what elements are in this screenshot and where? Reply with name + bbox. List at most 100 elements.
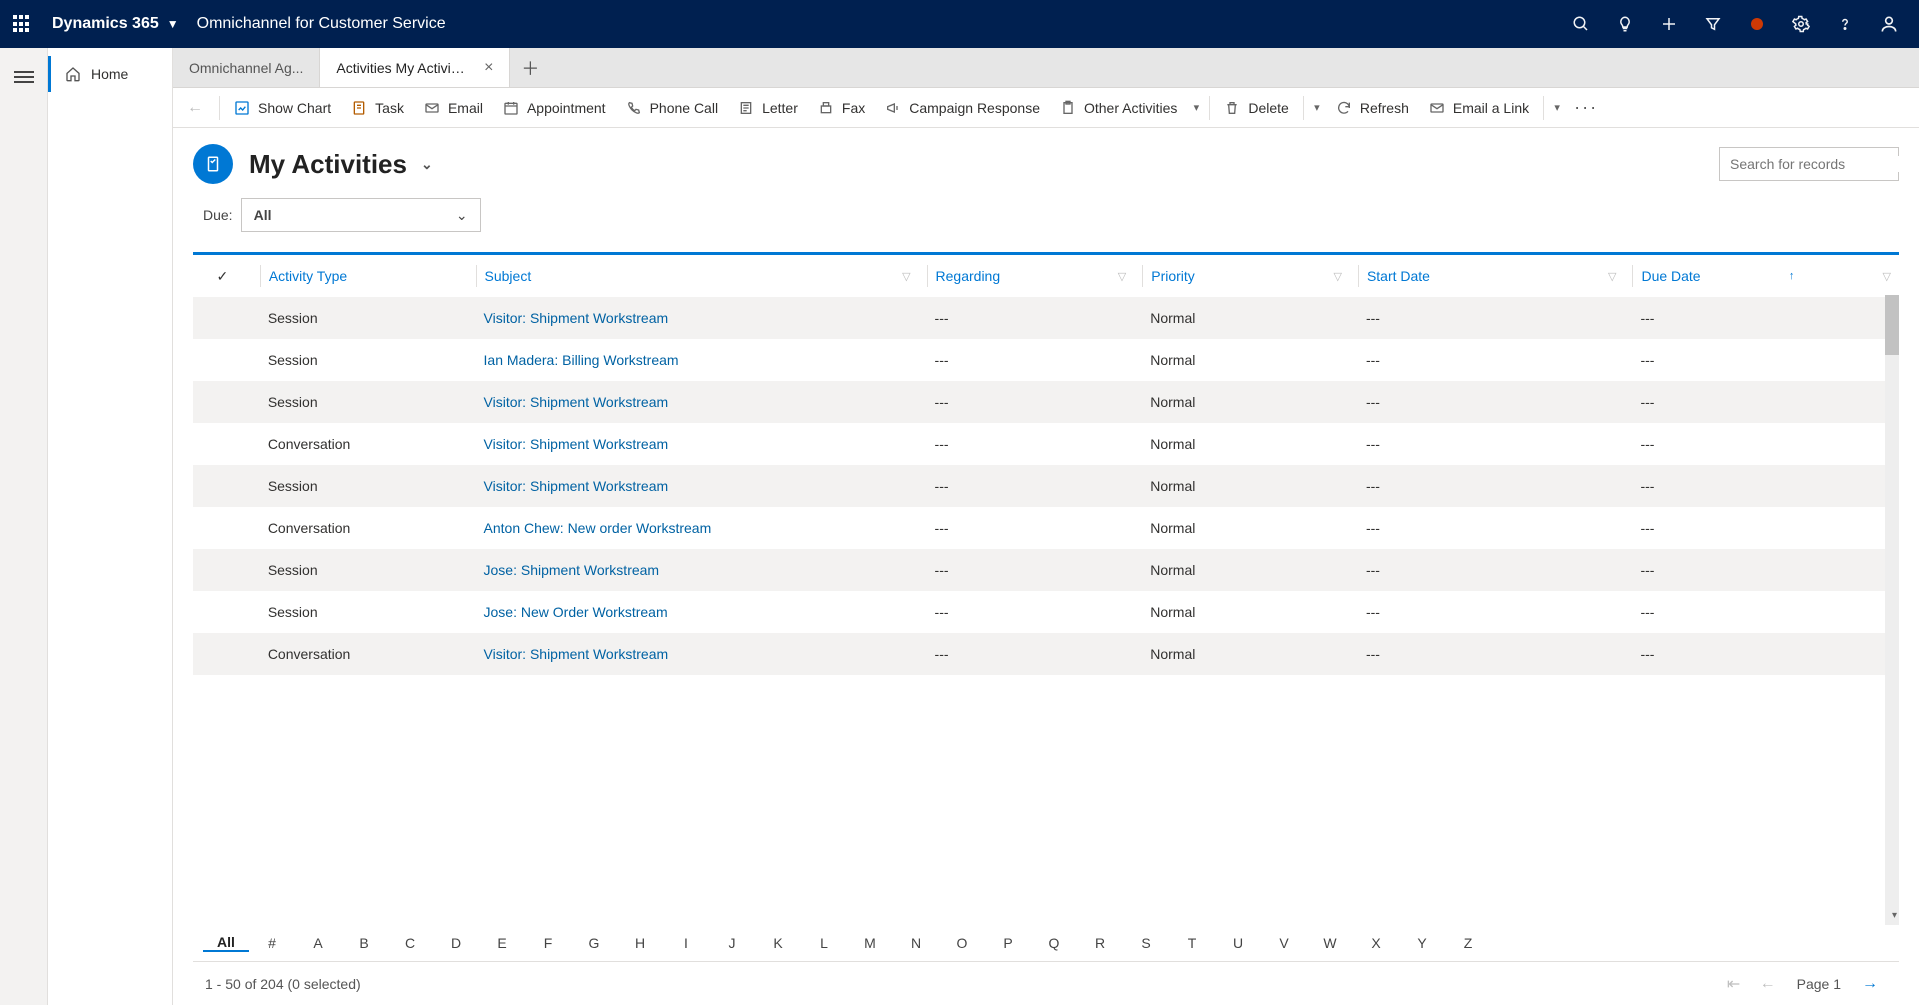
- sort-asc-icon[interactable]: ↑: [1789, 270, 1795, 282]
- alpha-filter-item[interactable]: Z: [1445, 935, 1491, 951]
- filter-icon[interactable]: [1703, 14, 1723, 34]
- column-activity-type[interactable]: Activity Type: [252, 255, 468, 297]
- alpha-filter-item[interactable]: U: [1215, 935, 1261, 951]
- search-records[interactable]: [1719, 147, 1899, 181]
- cell-subject[interactable]: Visitor: Shipment Workstream: [468, 423, 919, 465]
- letter-button[interactable]: Letter: [728, 90, 808, 126]
- hamburger-icon[interactable]: [14, 68, 34, 84]
- filter-icon[interactable]: ▽: [1608, 270, 1616, 283]
- search-input[interactable]: [1730, 156, 1911, 172]
- alpha-filter-item[interactable]: B: [341, 935, 387, 951]
- chevron-down-icon[interactable]: ▾: [1308, 101, 1326, 114]
- alpha-filter-item[interactable]: #: [249, 935, 295, 951]
- alpha-filter-item[interactable]: C: [387, 935, 433, 951]
- row-checkbox[interactable]: [193, 549, 252, 591]
- column-priority[interactable]: Priority▽: [1134, 255, 1350, 297]
- alpha-filter-item[interactable]: F: [525, 935, 571, 951]
- alpha-filter-item[interactable]: T: [1169, 935, 1215, 951]
- column-start-date[interactable]: Start Date▽: [1350, 255, 1625, 297]
- chevron-down-icon[interactable]: ▾: [1892, 910, 1897, 921]
- first-page-button[interactable]: ⇤: [1717, 974, 1751, 994]
- app-launcher-icon[interactable]: [12, 14, 32, 34]
- add-icon[interactable]: [1659, 14, 1679, 34]
- cell-subject[interactable]: Anton Chew: New order Workstream: [468, 507, 919, 549]
- alpha-filter-item[interactable]: D: [433, 935, 479, 951]
- alpha-filter-item[interactable]: J: [709, 935, 755, 951]
- alpha-filter-item[interactable]: P: [985, 935, 1031, 951]
- campaign-response-button[interactable]: Campaign Response: [875, 90, 1050, 126]
- row-checkbox[interactable]: [193, 465, 252, 507]
- tab-omnichannel-agent[interactable]: Omnichannel Ag...: [173, 48, 320, 87]
- scrollbar-thumb[interactable]: [1885, 295, 1899, 355]
- row-checkbox[interactable]: [193, 381, 252, 423]
- email-button[interactable]: Email: [414, 90, 493, 126]
- cell-subject[interactable]: Ian Madera: Billing Workstream: [468, 339, 919, 381]
- alpha-filter-item[interactable]: M: [847, 935, 893, 951]
- alpha-filter-item[interactable]: Q: [1031, 935, 1077, 951]
- task-button[interactable]: Task: [341, 90, 414, 126]
- table-row[interactable]: ConversationVisitor: Shipment Workstream…: [193, 633, 1899, 675]
- row-checkbox[interactable]: [193, 507, 252, 549]
- cell-subject[interactable]: Visitor: Shipment Workstream: [468, 465, 919, 507]
- more-commands-button[interactable]: ···: [1566, 97, 1606, 118]
- alpha-filter-item[interactable]: H: [617, 935, 663, 951]
- alpha-filter-item[interactable]: S: [1123, 935, 1169, 951]
- search-icon[interactable]: [1571, 14, 1591, 34]
- other-activities-button[interactable]: Other Activities: [1050, 90, 1187, 126]
- help-icon[interactable]: [1835, 14, 1855, 34]
- filter-icon[interactable]: ▽: [1883, 270, 1891, 283]
- cell-subject[interactable]: Jose: Shipment Workstream: [468, 549, 919, 591]
- alpha-filter-item[interactable]: N: [893, 935, 939, 951]
- column-subject[interactable]: Subject▽: [468, 255, 919, 297]
- phone-call-button[interactable]: Phone Call: [616, 90, 729, 126]
- alpha-filter-item[interactable]: L: [801, 935, 847, 951]
- ideas-icon[interactable]: [1615, 14, 1635, 34]
- refresh-button[interactable]: Refresh: [1326, 90, 1419, 126]
- tab-activities[interactable]: Activities My Activities ×: [320, 48, 510, 87]
- row-checkbox[interactable]: [193, 591, 252, 633]
- tab-add-button[interactable]: ＋: [510, 48, 550, 87]
- table-row[interactable]: ConversationVisitor: Shipment Workstream…: [193, 423, 1899, 465]
- alpha-filter-item[interactable]: I: [663, 935, 709, 951]
- cell-subject[interactable]: Jose: New Order Workstream: [468, 591, 919, 633]
- sidebar-item-home[interactable]: Home: [48, 56, 172, 92]
- alpha-filter-item[interactable]: G: [571, 935, 617, 951]
- row-checkbox[interactable]: [193, 339, 252, 381]
- cell-subject[interactable]: Visitor: Shipment Workstream: [468, 633, 919, 675]
- row-checkbox[interactable]: [193, 633, 252, 675]
- fax-button[interactable]: Fax: [808, 90, 875, 126]
- row-checkbox[interactable]: [193, 297, 252, 339]
- alpha-filter-item[interactable]: All: [203, 934, 249, 952]
- chevron-down-icon[interactable]: ▾: [1187, 101, 1205, 114]
- settings-icon[interactable]: [1791, 14, 1811, 34]
- cell-subject[interactable]: Visitor: Shipment Workstream: [468, 297, 919, 339]
- presence-indicator-icon[interactable]: [1747, 14, 1767, 34]
- table-row[interactable]: SessionVisitor: Shipment Workstream---No…: [193, 297, 1899, 339]
- alpha-filter-item[interactable]: Y: [1399, 935, 1445, 951]
- alpha-filter-item[interactable]: W: [1307, 935, 1353, 951]
- email-link-button[interactable]: Email a Link: [1419, 90, 1539, 126]
- table-row[interactable]: ConversationAnton Chew: New order Workst…: [193, 507, 1899, 549]
- alpha-filter-item[interactable]: E: [479, 935, 525, 951]
- column-regarding[interactable]: Regarding▽: [919, 255, 1135, 297]
- column-select-all[interactable]: ✓: [193, 255, 252, 297]
- product-switcher[interactable]: Dynamics 365 ▼: [52, 15, 179, 33]
- column-due-date[interactable]: Due Date↑▽: [1624, 255, 1899, 297]
- table-row[interactable]: SessionVisitor: Shipment Workstream---No…: [193, 381, 1899, 423]
- alpha-filter-item[interactable]: A: [295, 935, 341, 951]
- alpha-filter-item[interactable]: O: [939, 935, 985, 951]
- delete-button[interactable]: Delete: [1214, 90, 1298, 126]
- appointment-button[interactable]: Appointment: [493, 90, 616, 126]
- close-icon[interactable]: ×: [484, 59, 493, 77]
- vertical-scrollbar[interactable]: [1885, 295, 1899, 925]
- table-row[interactable]: SessionIan Madera: Billing Workstream---…: [193, 339, 1899, 381]
- cell-subject[interactable]: Visitor: Shipment Workstream: [468, 381, 919, 423]
- next-page-button[interactable]: →: [1853, 975, 1887, 993]
- due-filter-select[interactable]: All ⌄: [241, 198, 481, 232]
- alpha-filter-item[interactable]: K: [755, 935, 801, 951]
- filter-icon[interactable]: ▽: [1118, 270, 1126, 283]
- table-row[interactable]: SessionJose: Shipment Workstream---Norma…: [193, 549, 1899, 591]
- account-icon[interactable]: [1879, 14, 1899, 34]
- alpha-filter-item[interactable]: V: [1261, 935, 1307, 951]
- chevron-down-icon[interactable]: ▾: [1548, 101, 1566, 114]
